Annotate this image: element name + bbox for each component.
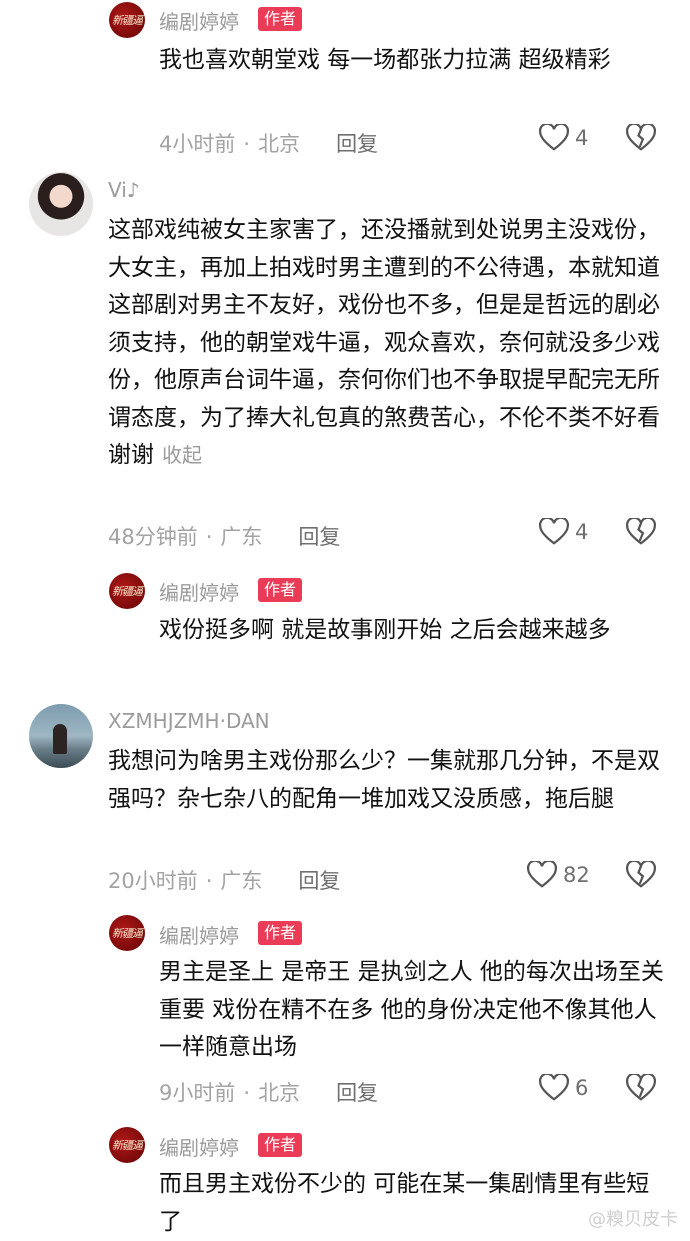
like-button[interactable]: 4 [539, 518, 588, 546]
comment-text: 这部戏纯被女主家害了，还没播就到处说男主没戏份，大女主，再加上拍戏时男主遭到的不… [108, 217, 660, 468]
broken-heart-icon[interactable] [626, 124, 656, 152]
author-avatar[interactable]: 新疆逼 [109, 1127, 145, 1163]
heart-outline-icon [527, 861, 557, 888]
broken-heart-icon[interactable] [626, 861, 656, 889]
username[interactable]: Vi♪ [108, 178, 140, 202]
author-badge: 作者 [258, 1133, 303, 1157]
broken-heart-icon[interactable] [626, 518, 656, 546]
comment-time: 48分钟前 [108, 525, 198, 549]
username[interactable]: 编剧婷婷 [159, 1132, 239, 1161]
comment-meta: 20小时前 · 广东 回复 [108, 869, 341, 893]
comment-meta: 48分钟前 · 广东 回复 [108, 525, 341, 549]
username[interactable]: 编剧婷婷 [159, 6, 239, 35]
author-avatar[interactable]: 新疆逼 [109, 915, 145, 951]
heart-outline-icon [539, 1074, 569, 1101]
reply-button[interactable]: 回复 [336, 132, 378, 156]
author-badge: 作者 [258, 578, 303, 602]
comment-location: 北京 [258, 132, 301, 156]
user-avatar[interactable] [29, 704, 93, 768]
comment-text: 而且男主戏份不少的 可能在某一集剧情里有些短了 [159, 1171, 650, 1235]
comment-text: 男主是圣上 是帝王 是执剑之人 他的每次出场至关重要 戏份在精不在多 他的身份决… [159, 959, 664, 1060]
author-avatar[interactable]: 新疆逼 [109, 573, 145, 609]
like-count: 4 [575, 126, 589, 150]
like-count: 4 [575, 520, 589, 544]
comment-text: 我想问为啥男主戏份那么少？一集就那几分钟，不是双强吗？杂七杂八的配角一堆加戏又没… [108, 748, 660, 812]
reply-button[interactable]: 回复 [298, 525, 340, 549]
like-button[interactable]: 4 [539, 124, 588, 152]
comment-meta: 4小时前 · 北京 回复 [159, 132, 379, 156]
like-count: 6 [575, 1076, 589, 1100]
comment-location: 北京 [258, 1081, 301, 1105]
like-count: 82 [563, 863, 590, 887]
comment-time: 20小时前 [108, 869, 198, 893]
comment-text: 我也喜欢朝堂戏 每一场都张力拉满 超级精彩 [159, 47, 611, 73]
comment-time: 9小时前 [159, 1081, 236, 1105]
like-button[interactable]: 82 [527, 861, 590, 889]
comment-location: 广东 [220, 525, 263, 549]
collapse-link[interactable]: 收起 [162, 443, 202, 467]
user-avatar[interactable] [29, 172, 93, 236]
comment-meta: 9小时前 · 北京 回复 [159, 1081, 379, 1105]
broken-heart-icon[interactable] [626, 1074, 656, 1102]
username[interactable]: XZMHJZMH·DAN [108, 709, 270, 733]
comment-time: 4小时前 [159, 132, 236, 156]
comment-location: 广东 [220, 869, 263, 893]
author-badge: 作者 [258, 7, 303, 31]
author-badge: 作者 [258, 921, 303, 945]
heart-outline-icon [539, 124, 569, 151]
username[interactable]: 编剧婷婷 [159, 920, 239, 949]
heart-outline-icon [539, 518, 569, 545]
author-avatar[interactable]: 新疆逼 [109, 2, 145, 38]
like-button[interactable]: 6 [539, 1074, 588, 1102]
reply-button[interactable]: 回复 [298, 869, 340, 893]
username[interactable]: 编剧婷婷 [159, 577, 239, 606]
reply-button[interactable]: 回复 [336, 1081, 378, 1105]
watermark: @糗贝皮卡 [588, 1209, 678, 1230]
comment-text: 戏份挺多啊 就是故事刚开始 之后会越来越多 [159, 617, 611, 643]
